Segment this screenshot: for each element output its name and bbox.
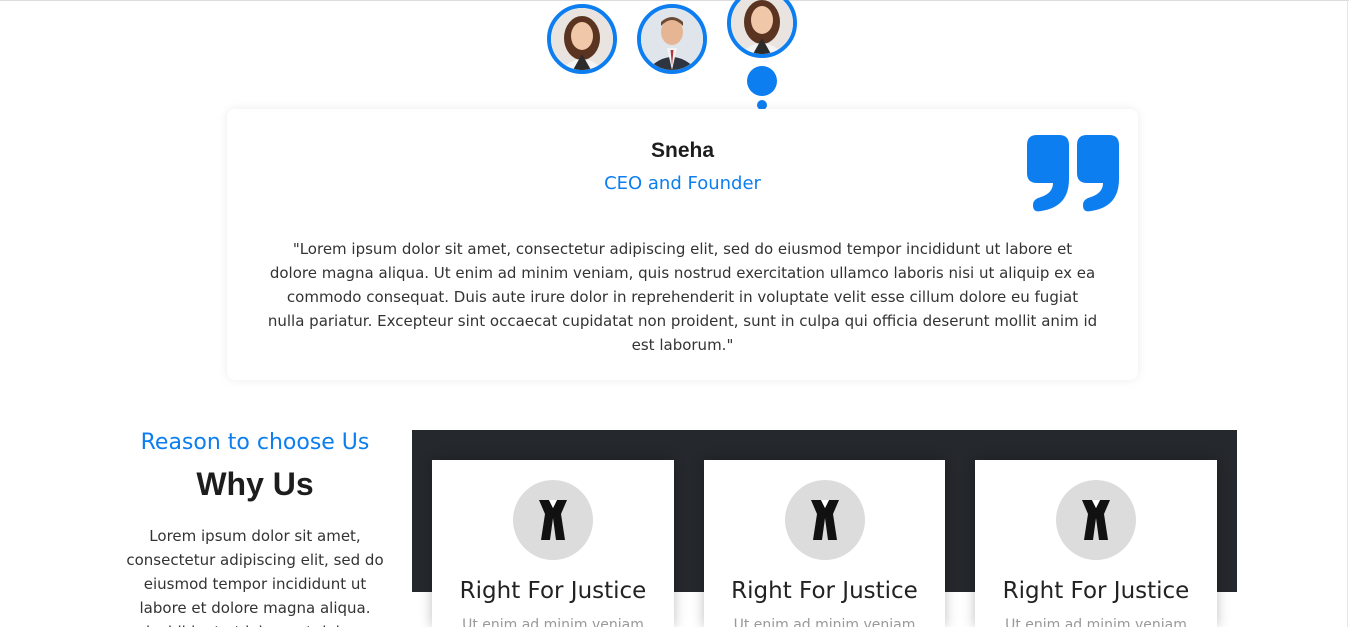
testimonial-quote-text: "Lorem ipsum dolor sit amet, consectetur… [267,240,1098,354]
testimonial-role: CEO and Founder [604,173,761,194]
testimonial-avatar-man[interactable] [637,4,707,74]
testimonial-avatar-woman-active[interactable] [727,0,797,58]
testimonial-avatar-woman[interactable] [547,4,617,74]
lawyer-robe-icon [1056,480,1136,560]
right-edge-divider [1347,0,1348,627]
testimonial-card: Sneha CEO and Founder "Lorem ipsum dolor… [227,109,1138,380]
woman-avatar-icon [731,0,793,54]
feature-card[interactable]: Right For Justice Ut enim ad minim venia… [432,460,674,627]
woman-avatar-icon [551,8,613,70]
feature-subtitle: Ut enim ad minim veniam [1005,617,1187,627]
feature-subtitle: Ut enim ad minim veniam [462,617,644,627]
lawyer-robe-icon [513,480,593,560]
testimonial-name: Sneha [650,139,715,162]
quote-icon [1027,135,1119,212]
man-avatar-icon [641,8,703,70]
section-kicker: Reason to choose Us [140,430,370,455]
feature-subtitle: Ut enim ad minim veniam [733,617,916,627]
active-indicator-dot [747,66,777,96]
lawyer-robe-icon [784,480,865,560]
feature-card[interactable]: Right For Justice Ut enim ad minim venia… [975,460,1217,627]
feature-card[interactable]: Right For Justice Ut enim ad minim venia… [704,460,945,627]
top-divider [0,0,1349,1]
feature-title: Right For Justice [731,578,918,604]
section-description: Lorem ipsum dolor sit amet, consectetur … [126,527,384,627]
feature-title: Right For Justice [1002,578,1190,604]
feature-title: Right For Justice [459,578,647,604]
section-heading: Why Us [196,466,314,502]
